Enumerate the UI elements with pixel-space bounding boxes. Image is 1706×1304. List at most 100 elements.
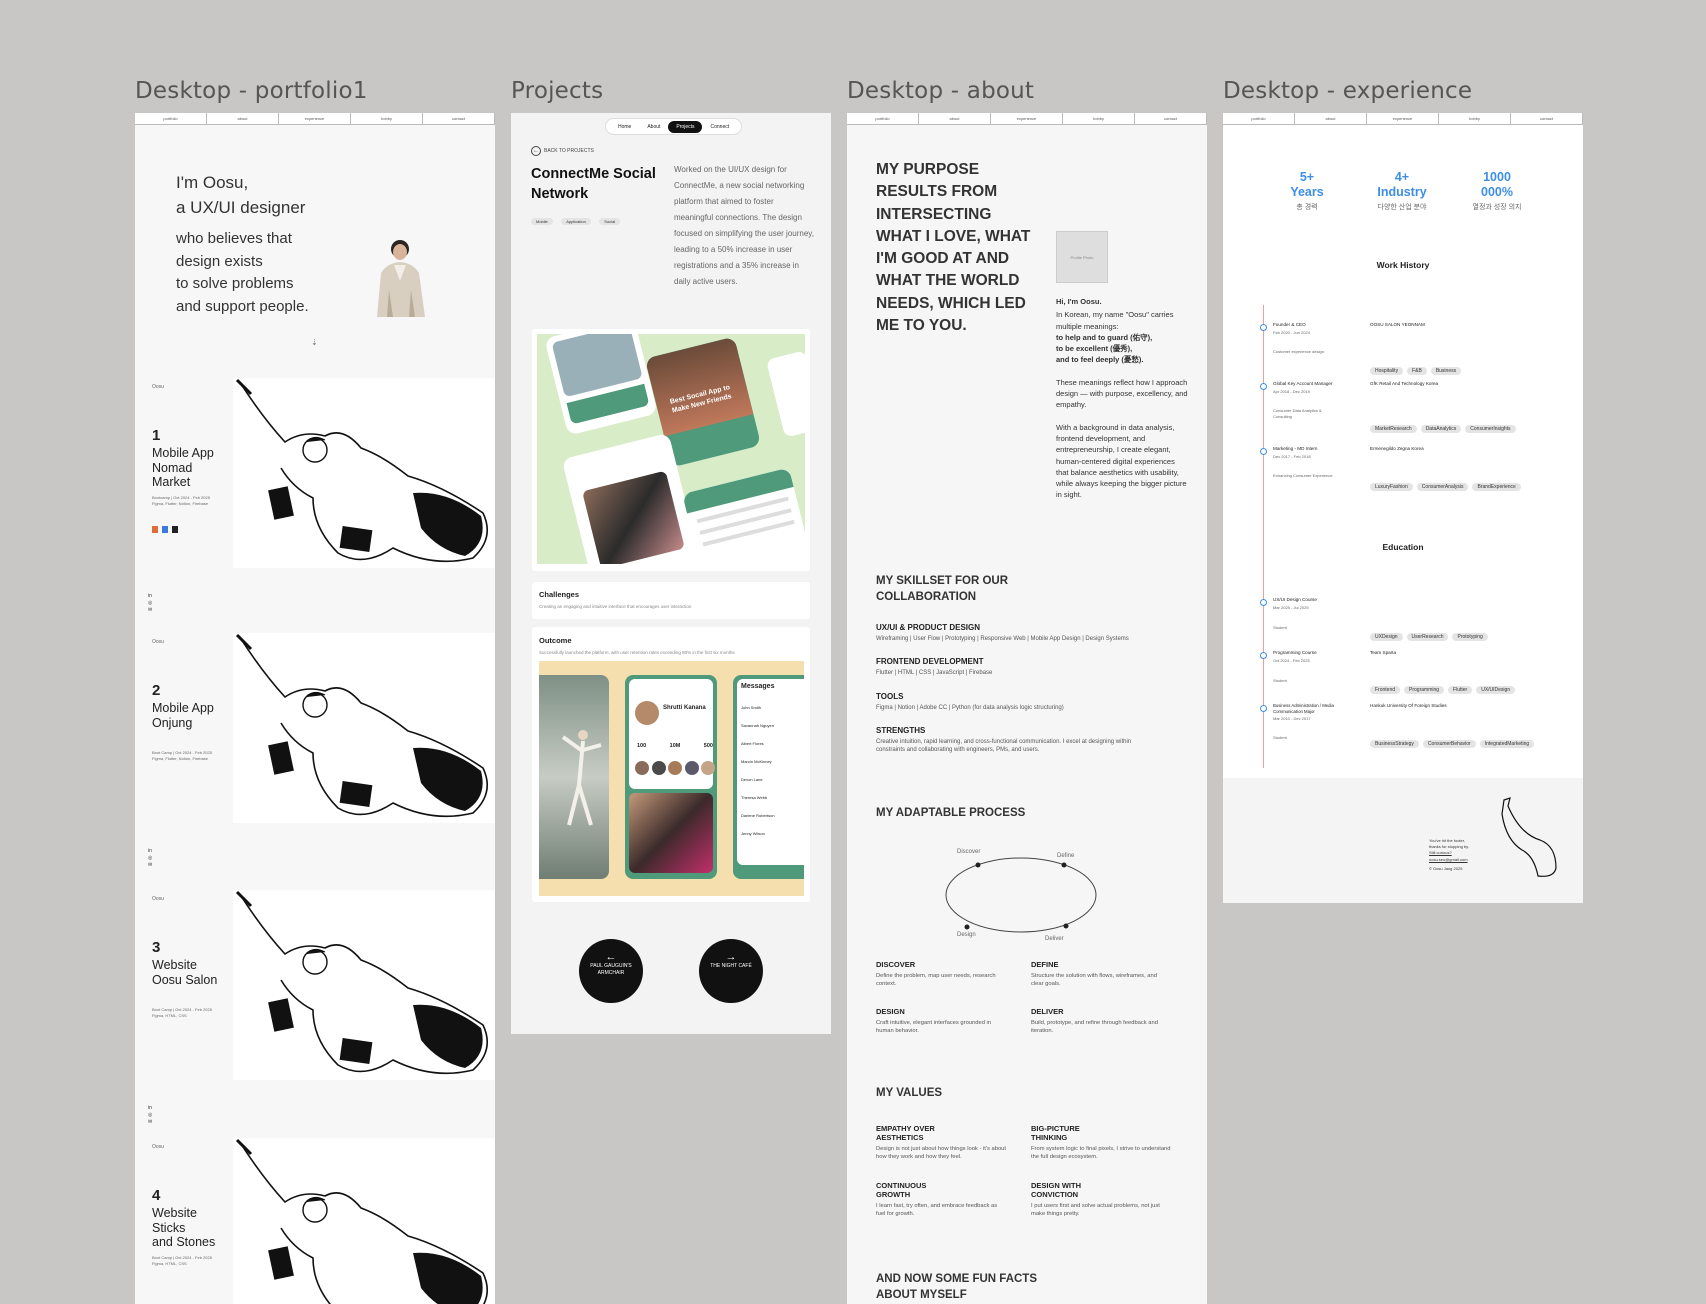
- about-frame[interactable]: portfolio about experience hobby contact…: [847, 113, 1207, 1304]
- pill-nav-connect[interactable]: Connect: [702, 122, 737, 132]
- next-project-button[interactable]: → THE NIGHT CAFÉ: [699, 939, 763, 1003]
- mail-icon[interactable]: ✉: [148, 862, 152, 869]
- meta-line: Boot Camp | Oct 2024 - Feb 2025: [152, 750, 212, 755]
- work-role: Global Key Account Manager: [1273, 381, 1333, 386]
- card-corner-label: Oosu: [152, 384, 164, 390]
- bio-text: With a background in data analysis, fron…: [1056, 422, 1187, 500]
- work-role: Founder & CEO: [1273, 322, 1306, 327]
- nav-experience[interactable]: experience: [991, 113, 1063, 124]
- about-topnav: portfolio about experience hobby contact: [847, 113, 1207, 125]
- nav-about[interactable]: about: [207, 113, 279, 124]
- message-item[interactable]: Devon Lane: [741, 771, 775, 789]
- linkedin-icon[interactable]: in: [148, 593, 152, 600]
- message-item[interactable]: John Smith: [741, 699, 775, 717]
- pill-nav-projects[interactable]: Projects: [668, 120, 703, 133]
- mockup-bg: Best Socail App to Make New Friends: [537, 334, 805, 564]
- work-item: Marketing - MD Intern Dec 2017 - Feb 201…: [1260, 446, 1570, 498]
- message-item[interactable]: Theresa Webb: [741, 789, 775, 807]
- nav-experience[interactable]: experience: [1367, 113, 1439, 124]
- footer-cta[interactable]: Still curious?: [1429, 850, 1452, 856]
- edu-item: UX/UI Design Course Mar 2025 - Jul 2025 …: [1260, 597, 1570, 644]
- skill-text: Wireframing | User Flow | Prototyping | …: [876, 636, 1129, 642]
- nav-portfolio[interactable]: portfolio: [847, 113, 919, 124]
- nav-about[interactable]: about: [1295, 113, 1367, 124]
- card-corner-label: Oosu: [152, 896, 164, 902]
- project-card-1[interactable]: Oosu 1 Mobile App Nomad Market Bootcamp …: [135, 378, 495, 628]
- hero-tagline: who believes that design exists to solve…: [176, 228, 309, 318]
- message-item[interactable]: Marvin McKinney: [741, 753, 775, 771]
- title-line: Mobile App: [152, 446, 214, 460]
- tag: ConsumerInsights: [1465, 425, 1516, 433]
- mail-icon[interactable]: ✉: [148, 1119, 152, 1126]
- work-org: OOSU SALON YEONNAM: [1370, 322, 1425, 327]
- nav-contact[interactable]: contact: [1511, 113, 1583, 124]
- prev-project-button[interactable]: ← PAUL GAUGUIN'S ARMCHAIR: [579, 939, 643, 1003]
- messages-title: Messages: [741, 683, 775, 690]
- skill-block: UX/UI & PRODUCT DESIGN Wireframing | User…: [876, 623, 1176, 643]
- tag: F&B: [1407, 367, 1427, 375]
- project-card-2[interactable]: Oosu 2 Mobile App Onjung Boot Camp | Oct…: [135, 633, 495, 883]
- scroll-indicator-icon[interactable]: ⇣: [311, 338, 318, 347]
- message-item[interactable]: Jenny Wilson: [741, 825, 775, 843]
- tag: LuxuryFashion: [1370, 483, 1413, 491]
- linkedin-icon[interactable]: in: [148, 848, 152, 855]
- skill-heading: UX/UI & PRODUCT DESIGN: [876, 623, 981, 632]
- meta-line: Figma, Flutter, Notion, Firebase: [152, 500, 209, 506]
- work-desc: Enhancing Consumer Experience: [1273, 473, 1333, 478]
- pill-nav-about[interactable]: About: [639, 122, 668, 132]
- nav-hobby[interactable]: hobby: [1063, 113, 1135, 124]
- value-heading: CONTINUOUS GROWTH: [876, 1181, 927, 1199]
- phone-mockup: [544, 334, 658, 436]
- stat: 500: [703, 743, 713, 749]
- skill-text: Figma | Notion | Adobe CC | Python (for …: [876, 705, 1064, 711]
- stat-value: Industry: [1377, 184, 1427, 199]
- timeline-dot-icon: [1260, 448, 1267, 455]
- work-org: GfK Retail And Technology Korea: [1370, 381, 1439, 386]
- process-step: DELIVER Build, prototype, and refine thro…: [1031, 1007, 1171, 1035]
- nav-hobby[interactable]: hobby: [1439, 113, 1511, 124]
- pill-nav-home[interactable]: Home: [610, 122, 639, 132]
- nav-contact[interactable]: contact: [1135, 113, 1207, 124]
- nav-about[interactable]: about: [919, 113, 991, 124]
- instagram-icon[interactable]: ◎: [148, 600, 152, 607]
- bio-meaning: to be excellent (優秀),: [1056, 344, 1133, 354]
- message-item[interactable]: Albert Flores: [741, 735, 775, 753]
- stat-caption: 열정과 성장 의지: [1472, 204, 1522, 211]
- portfolio-frame[interactable]: portfolio about experience hobby contact…: [135, 113, 495, 1304]
- message-item[interactable]: Savannah Nguyen: [741, 717, 775, 735]
- mail-icon[interactable]: ✉: [148, 607, 152, 614]
- stat-block: 5+ Years 총 경력: [1267, 170, 1347, 213]
- meta-line: Boot Camp | Oct 2024 - Feb 2025: [152, 1007, 212, 1012]
- frame-title-projects: Projects: [511, 78, 604, 104]
- nav-hobby[interactable]: hobby: [351, 113, 423, 124]
- nav-portfolio[interactable]: portfolio: [1223, 113, 1295, 124]
- message-item[interactable]: Darlene Robertson: [741, 807, 775, 825]
- linkedin-icon[interactable]: in: [148, 1105, 152, 1112]
- project-illustration: [233, 890, 495, 1080]
- project-detail-frame[interactable]: Home About Projects Connect ← BACK TO PR…: [511, 113, 831, 1034]
- work-role: Marketing - MD Intern: [1273, 446, 1318, 451]
- work-desc: Consumer Data Analytics & Consulting: [1273, 408, 1322, 419]
- project-number: 2: [152, 682, 161, 699]
- intro-line2: a UX/UI designer: [176, 198, 306, 217]
- project-title: Mobile App Onjung: [152, 701, 214, 730]
- footer-email-link[interactable]: oosu.seo@gmail.com: [1429, 857, 1468, 863]
- nav-portfolio[interactable]: portfolio: [135, 113, 207, 124]
- project-card-3[interactable]: Oosu 3 Website Oosu Salon Boot Camp | Oc…: [135, 890, 495, 1134]
- experience-frame[interactable]: portfolio about experience hobby contact…: [1223, 113, 1583, 903]
- process-title: MY ADAPTABLE PROCESS: [876, 807, 1026, 819]
- instagram-icon[interactable]: ◎: [148, 855, 152, 862]
- nav-contact[interactable]: contact: [423, 113, 495, 124]
- tag-row: BusinessStrategy ConsumerBehavior Integrat…: [1370, 732, 1538, 750]
- project-card-4[interactable]: Oosu 4 Website Sticks and Stones Boot Ca…: [135, 1138, 495, 1304]
- edu-desc: Student: [1273, 735, 1287, 740]
- sumo-illustration-icon: [235, 378, 489, 563]
- edu-org: Hankuk University Of Foreign Studies: [1370, 703, 1447, 708]
- bio-meaning: and to feel deeply (憂愁).: [1056, 355, 1144, 365]
- instagram-icon[interactable]: ◎: [148, 1112, 152, 1119]
- project-number: 3: [152, 939, 161, 956]
- nav-experience[interactable]: experience: [279, 113, 351, 124]
- tag: Social: [599, 218, 621, 225]
- back-link[interactable]: ← BACK TO PROJECTS: [531, 146, 594, 156]
- phone-messages: Messages John Smith Savannah Nguyen Albe…: [733, 675, 804, 879]
